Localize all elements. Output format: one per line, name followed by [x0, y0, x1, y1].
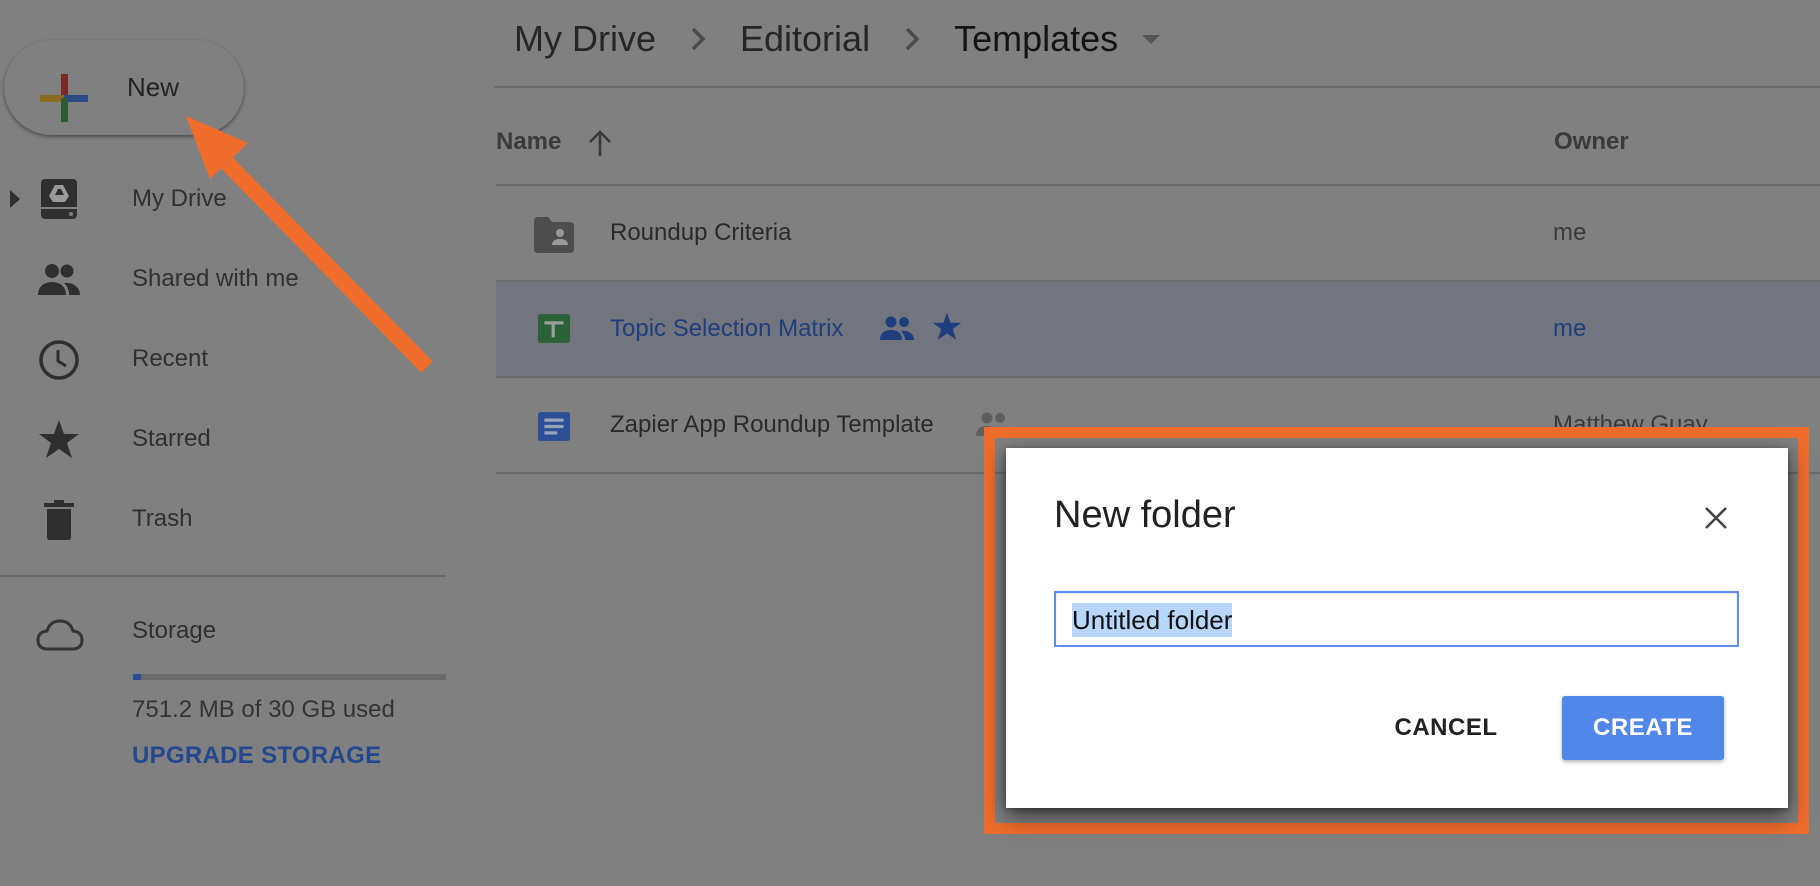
new-folder-dialog: New folder Untitled folder CANCEL CREATE — [1006, 448, 1788, 808]
expand-arrow-icon[interactable] — [10, 190, 20, 208]
drive-icon — [41, 179, 77, 219]
sidebar-item-label: Shared with me — [132, 265, 299, 292]
file-row-selected[interactable]: Topic Selection Matrix me — [496, 282, 1820, 376]
storage-usage-text: 751.2 MB of 30 GB used — [132, 696, 395, 723]
breadcrumb: My Drive Editorial Templates — [514, 14, 1161, 64]
sidebar-item-trash[interactable]: Trash — [0, 484, 446, 554]
close-icon[interactable] — [1700, 502, 1732, 534]
file-name: Topic Selection Matrix — [610, 315, 844, 342]
storage-usage-fill — [133, 674, 141, 680]
new-button-label: New — [127, 72, 180, 102]
sidebar-item-label: Trash — [132, 505, 193, 532]
breadcrumb-templates[interactable]: Templates — [954, 18, 1118, 60]
header-divider — [494, 86, 1820, 88]
sidebar-item-label: Starred — [132, 425, 211, 452]
breadcrumb-editorial[interactable]: Editorial — [740, 18, 870, 60]
star-icon[interactable] — [932, 312, 962, 342]
star-icon — [39, 420, 79, 458]
plus-icon — [40, 74, 88, 122]
document-icon — [538, 412, 570, 441]
create-button[interactable]: CREATE — [1562, 696, 1724, 760]
shared-people-icon — [38, 264, 80, 295]
spreadsheet-icon — [538, 314, 570, 343]
file-name: Zapier App Roundup Template — [610, 411, 934, 438]
file-row[interactable]: Roundup Criteria me — [496, 186, 1820, 280]
sidebar-item-starred[interactable]: Starred — [0, 404, 446, 474]
sidebar-item-shared-with-me[interactable]: Shared with me — [0, 244, 446, 314]
sidebar-item-label: Recent — [132, 345, 209, 372]
folder-name-input[interactable] — [1056, 593, 1737, 645]
column-header-owner[interactable]: Owner — [1554, 128, 1629, 156]
cancel-button[interactable]: CANCEL — [1376, 696, 1516, 760]
dialog-title: New folder — [1054, 494, 1236, 536]
clock-icon — [39, 340, 79, 380]
cloud-icon — [36, 619, 84, 651]
file-name: Roundup Criteria — [610, 219, 792, 246]
shared-people-icon — [880, 316, 914, 340]
column-header-name[interactable]: Name — [496, 128, 561, 156]
shared-folder-icon — [534, 217, 574, 253]
sidebar-item-label: My Drive — [132, 185, 227, 212]
upgrade-storage-link[interactable]: UPGRADE STORAGE — [132, 742, 381, 770]
sort-ascending-icon[interactable] — [586, 128, 614, 158]
file-owner: me — [1553, 315, 1587, 342]
sidebar-item-recent[interactable]: Recent — [0, 324, 446, 394]
folder-name-field[interactable]: Untitled folder — [1054, 591, 1739, 647]
breadcrumb-my-drive[interactable]: My Drive — [514, 18, 656, 60]
file-owner: me — [1553, 219, 1587, 246]
storage-usage-bar — [133, 674, 446, 680]
caret-down-icon[interactable] — [1142, 34, 1161, 44]
sidebar-item-my-drive[interactable]: My Drive — [0, 164, 446, 234]
sidebar-divider — [0, 575, 446, 577]
chevron-right-icon — [691, 27, 706, 51]
chevron-right-icon — [905, 27, 920, 51]
storage-label: Storage — [132, 617, 217, 644]
new-button[interactable]: New — [4, 40, 244, 135]
trash-icon — [44, 500, 74, 540]
